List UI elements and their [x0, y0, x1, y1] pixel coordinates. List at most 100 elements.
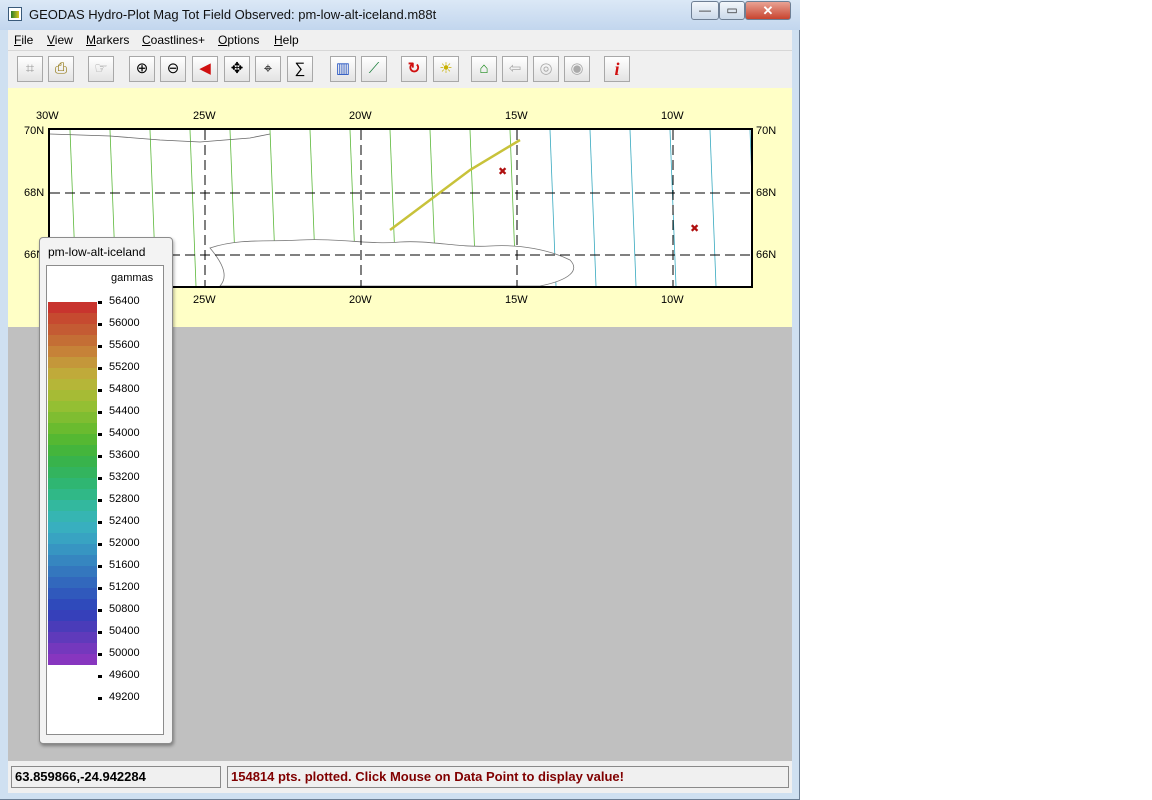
legend-color-band	[48, 412, 97, 423]
menu-view-label: iew	[54, 33, 73, 47]
legend-color-band	[48, 401, 97, 412]
bar-chart-button[interactable]: ▥	[330, 56, 356, 82]
legend-tick-label: 51200	[109, 581, 140, 593]
lightbulb-button[interactable]: ☀	[433, 56, 459, 82]
legend-tick	[98, 631, 102, 634]
bar-chart-icon: ▥	[335, 60, 351, 77]
marker-icon[interactable]: ✖	[498, 165, 507, 178]
legend-tick	[98, 499, 102, 502]
select-icon: ⌗	[25, 60, 35, 77]
window-title: GEODAS Hydro-Plot Mag Tot Field Observed…	[29, 7, 437, 22]
lat-label-right-68n: 68N	[756, 187, 777, 199]
legend-tick	[98, 323, 102, 326]
line-chart-button[interactable]: ⟋	[361, 56, 387, 82]
lat-label-left-68n: 68N	[24, 187, 45, 199]
crosshair-button[interactable]: ⌖	[255, 56, 281, 82]
color-legend[interactable]: pm-low-alt-iceland gammas 56400 56000 5560…	[39, 237, 173, 744]
legend-tick	[98, 411, 102, 414]
legend-unit: gammas	[111, 272, 154, 284]
menu-markers-label: arkers	[96, 33, 130, 47]
target-button[interactable]: ◉	[564, 56, 590, 82]
close-button[interactable]: ✕	[745, 1, 791, 20]
legend-color-band	[48, 599, 97, 610]
lon-label-bottom-25w: 25W	[193, 294, 216, 306]
legend-tick	[98, 653, 102, 656]
status-bar: 63.859866,-24.942284 154814 pts. plotted…	[8, 761, 792, 793]
legend-color-band	[48, 379, 97, 390]
toolbar: ⌗ ⎙ ☞ ⊕ ⊖ ◀ ✥ ⌖ ∑ ▥ ⟋ ↻ ☀ ⌂ ⇦ ◎ ◉ i	[8, 50, 792, 88]
legend-color-band	[48, 478, 97, 489]
minimize-button[interactable]: —	[691, 1, 719, 20]
legend-color-band	[48, 445, 97, 456]
menu-help-accel: H	[274, 33, 283, 47]
legend-tick	[98, 565, 102, 568]
lat-label-left-70n: 70N	[24, 125, 45, 137]
menu-markers[interactable]: Markers	[86, 33, 129, 47]
print-button[interactable]: ⎙	[48, 56, 74, 82]
legend-tick-label: 50400	[109, 625, 140, 637]
menu-coastlines[interactable]: Coastlines+	[142, 33, 205, 47]
gps-button[interactable]: ◎	[533, 56, 559, 82]
back-button[interactable]: ◀	[192, 56, 218, 82]
gps-icon: ◎	[539, 60, 553, 77]
info-button[interactable]: i	[604, 56, 630, 82]
menu-markers-accel: M	[86, 33, 96, 47]
menu-options-label: ptions	[227, 33, 260, 47]
legend-tick-label: 54800	[109, 383, 140, 395]
legend-color-band	[48, 489, 97, 500]
select-button[interactable]: ⌗	[17, 56, 43, 82]
back-arrow-icon: ◀	[199, 60, 211, 77]
legend-color-band	[48, 555, 97, 566]
marker-icon[interactable]: ✖	[690, 222, 699, 235]
legend-tick	[98, 543, 102, 546]
legend-tick	[98, 477, 102, 480]
legend-color-band	[48, 423, 97, 434]
legend-tick	[98, 455, 102, 458]
legend-tick	[98, 301, 102, 304]
menu-coastlines-accel: C	[142, 33, 151, 47]
lon-label-top-25w: 25W	[193, 110, 216, 122]
legend-color-band	[48, 621, 97, 632]
legend-color-band	[48, 434, 97, 445]
outline-button[interactable]: ⌂	[471, 56, 497, 82]
legend-color-band	[48, 588, 97, 599]
zoom-in-button[interactable]: ⊕	[129, 56, 155, 82]
left-arrow-disabled-icon: ⇦	[508, 60, 522, 77]
legend-color-band	[48, 335, 97, 346]
menu-help-label: elp	[282, 33, 299, 47]
legend-tick-label: 50000	[109, 647, 140, 659]
refresh-icon: ↻	[407, 60, 421, 77]
legend-color-band	[48, 610, 97, 621]
legend-tick-label: 49200	[109, 691, 140, 703]
legend-tick	[98, 675, 102, 678]
app-icon	[8, 7, 22, 21]
legend-color-band	[48, 500, 97, 511]
legend-color-band	[48, 544, 97, 555]
pointer-hand-icon: ☞	[94, 60, 108, 77]
legend-tick	[98, 367, 102, 370]
legend-tick-label: 53200	[109, 471, 140, 483]
zoom-out-icon: ⊖	[166, 60, 180, 77]
info-icon: i	[614, 59, 620, 79]
legend-box: gammas 56400 56000 55600 55200 54800 54400 540…	[46, 265, 164, 735]
legend-tick	[98, 609, 102, 612]
menu-options[interactable]: Options	[218, 33, 259, 47]
sum-button[interactable]: ∑	[287, 56, 313, 82]
left-arrow-button[interactable]: ⇦	[502, 56, 528, 82]
lat-label-right-70n: 70N	[756, 125, 777, 137]
zoom-out-button[interactable]: ⊖	[160, 56, 186, 82]
menu-help[interactable]: Help	[274, 33, 299, 47]
pointer-button[interactable]: ☞	[88, 56, 114, 82]
pan-button[interactable]: ✥	[224, 56, 250, 82]
menu-file[interactable]: File	[14, 33, 33, 47]
legend-color-band	[48, 368, 97, 379]
sum-icon: ∑	[294, 60, 306, 77]
maximize-button[interactable]: ▭	[719, 1, 745, 20]
menu-view[interactable]: View	[47, 33, 73, 47]
refresh-button[interactable]: ↻	[401, 56, 427, 82]
legend-color-band	[48, 643, 97, 654]
legend-tick-label: 52400	[109, 515, 140, 527]
title-bar[interactable]: GEODAS Hydro-Plot Mag Tot Field Observed…	[0, 0, 800, 30]
legend-color-band	[48, 324, 97, 335]
legend-tick-label: 55600	[109, 339, 140, 351]
